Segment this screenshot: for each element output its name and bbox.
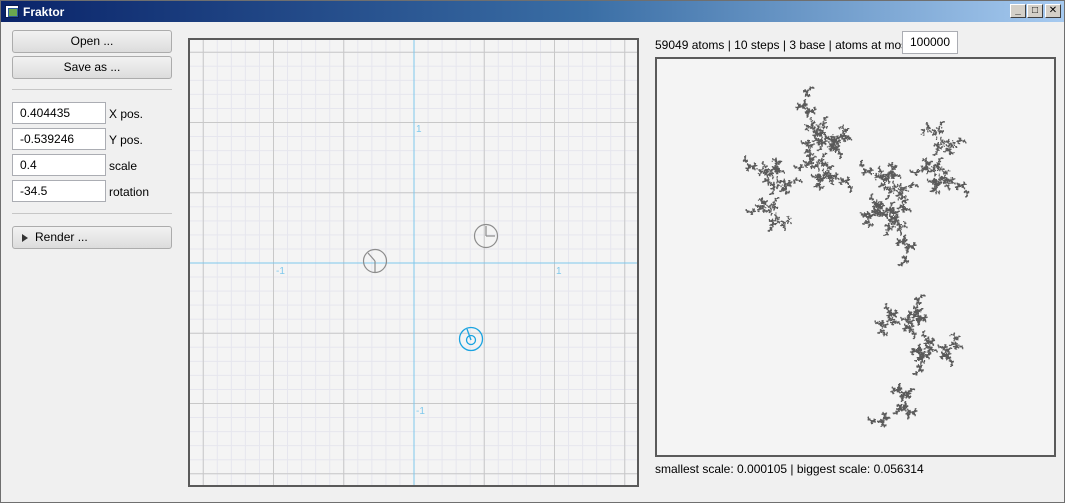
- main-window: Fraktor _ □ ✕ Open ... Save as ... 0.404…: [0, 0, 1065, 503]
- transform-handle[interactable]: [362, 248, 388, 274]
- axis-label-x-neg: -1: [276, 266, 285, 277]
- expand-arrow-icon: [22, 234, 28, 242]
- close-button[interactable]: ✕: [1045, 4, 1061, 18]
- x-pos-field[interactable]: 0.404435: [12, 102, 106, 124]
- rotation-field[interactable]: -34.5: [12, 180, 106, 202]
- fractal-atoms: [742, 86, 970, 428]
- separator: [12, 89, 172, 90]
- maximize-button[interactable]: □: [1027, 4, 1043, 18]
- window-title: Fraktor: [23, 5, 65, 19]
- transform-editor-canvas[interactable]: 1 -1 1 -1: [188, 38, 639, 487]
- app-icon: [5, 5, 19, 18]
- y-pos-label: Y pos.: [109, 133, 143, 147]
- minimize-button[interactable]: _: [1010, 4, 1026, 18]
- y-pos-field[interactable]: -0.539246: [12, 128, 106, 150]
- scale-field[interactable]: 0.4: [12, 154, 106, 176]
- render-button[interactable]: Render ...: [12, 226, 172, 249]
- axis-label-x-pos: 1: [556, 266, 562, 277]
- scale-label: scale: [109, 159, 138, 173]
- render-button-label: Render ...: [35, 230, 88, 244]
- open-button[interactable]: Open ...: [12, 30, 172, 53]
- axis-label-y-pos: 1: [416, 124, 422, 135]
- separator: [12, 213, 172, 214]
- atoms-status-text: 59049 atoms | 10 steps | 3 base | atoms …: [655, 38, 914, 52]
- transform-handle[interactable]: [473, 223, 499, 249]
- axis-label-y-neg: -1: [416, 406, 425, 417]
- rotation-label: rotation: [109, 185, 150, 199]
- fractal-preview-canvas: [655, 57, 1056, 457]
- save-as-button[interactable]: Save as ...: [12, 56, 172, 79]
- max-atoms-field[interactable]: 100000: [902, 31, 958, 54]
- title-bar[interactable]: Fraktor _ □ ✕: [1, 1, 1064, 22]
- fractal-render: [742, 86, 970, 428]
- scale-status-text: smallest scale: 0.000105 | biggest scale…: [655, 462, 924, 476]
- client-area: Open ... Save as ... 0.404435 X pos. -0.…: [2, 22, 1064, 502]
- x-pos-label: X pos.: [109, 107, 144, 121]
